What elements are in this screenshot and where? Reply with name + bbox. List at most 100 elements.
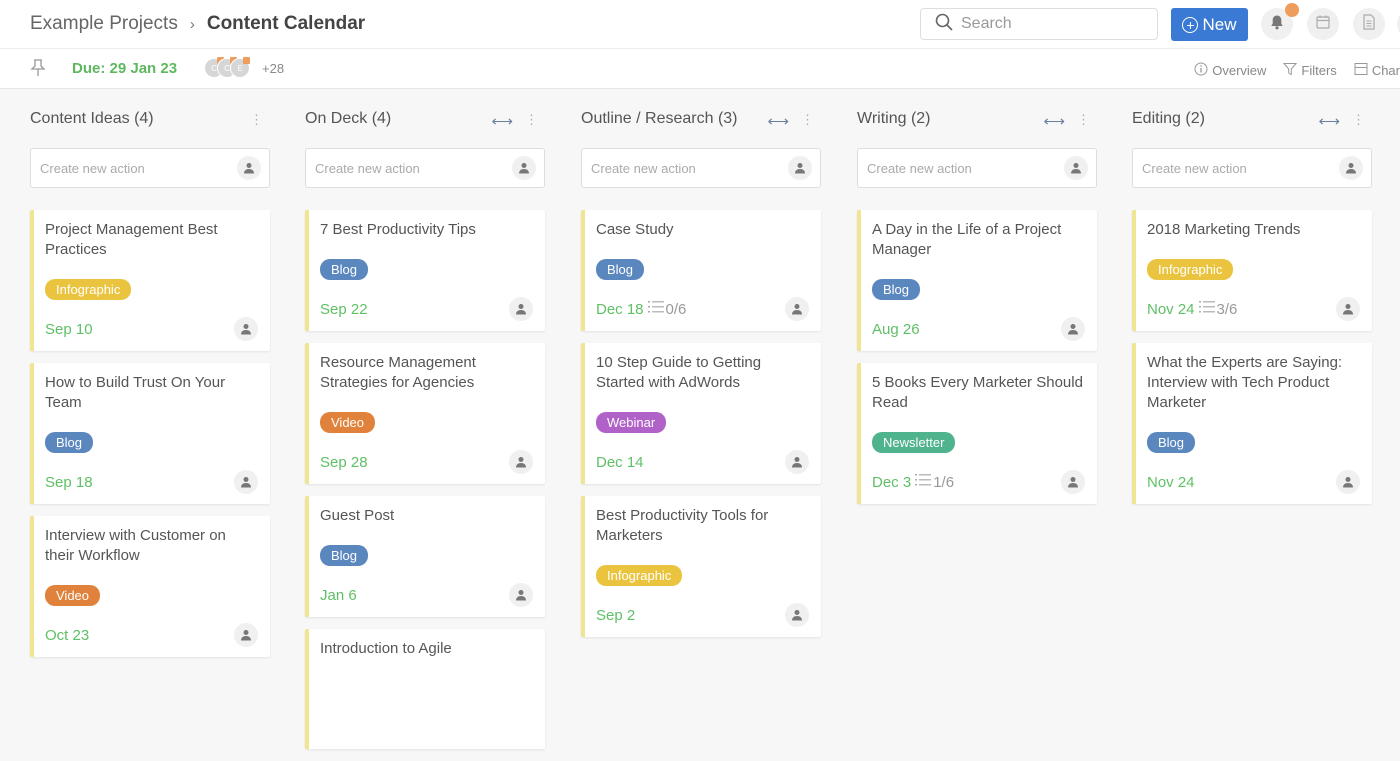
assign-user-icon[interactable]	[1339, 156, 1363, 180]
board-column: Editing (2) ⟷ ⋮ 2018 Marketing Trends Infogr…	[1132, 90, 1372, 516]
create-action-field[interactable]	[581, 148, 821, 188]
task-card[interactable]: A Day in the Life of a Project Manager Bl…	[857, 210, 1097, 351]
task-card[interactable]: 10 Step Guide to Getting Started with Ad…	[581, 343, 821, 484]
more-members-count[interactable]: +28	[262, 61, 284, 76]
card-assignee-icon[interactable]	[1336, 297, 1360, 321]
column-menu-icon[interactable]: ⋮	[525, 112, 538, 128]
tag-badge: Newsletter	[872, 432, 956, 453]
tag-badge: Blog	[872, 279, 921, 300]
card-title: 7 Best Productivity Tips	[320, 221, 476, 238]
expand-column-icon[interactable]: ⟷	[1043, 112, 1065, 130]
new-button[interactable]: + New	[1171, 8, 1248, 41]
card-assignee-icon[interactable]	[509, 297, 533, 321]
tag-badge: Video	[45, 585, 101, 606]
avatar-initial: E	[237, 63, 243, 73]
task-card[interactable]: Best Productivity Tools for Marketers Inf…	[581, 496, 821, 637]
card-list: A Day in the Life of a Project Manager Bl…	[857, 210, 1097, 504]
card-assignee-icon[interactable]	[234, 623, 258, 647]
tag-badge: Blog	[45, 432, 94, 453]
chart-link[interactable]: Char	[1354, 62, 1400, 79]
tag-badge: Blog	[320, 545, 369, 566]
overview-link[interactable]: Overview	[1194, 62, 1266, 79]
due-date: Sep 18	[45, 473, 93, 491]
due-date: Dec 14	[596, 453, 644, 471]
card-title: 5 Books Every Marketer Should Read	[872, 374, 1083, 411]
assign-user-icon[interactable]	[512, 156, 536, 180]
info-icon	[1194, 62, 1208, 79]
column-menu-icon[interactable]: ⋮	[1352, 112, 1365, 128]
column-menu-icon[interactable]: ⋮	[1077, 112, 1090, 128]
create-action-field[interactable]	[857, 148, 1097, 188]
column-header: Writing (2) ⟷ ⋮	[857, 90, 1097, 148]
checklist-progress: 1/6	[915, 473, 954, 491]
card-assignee-icon[interactable]	[234, 470, 258, 494]
create-action-input[interactable]	[591, 160, 771, 176]
card-assignee-icon[interactable]	[1336, 470, 1360, 494]
expand-column-icon[interactable]: ⟷	[767, 112, 789, 130]
search-input[interactable]	[961, 15, 1131, 33]
card-assignee-icon[interactable]	[785, 603, 809, 627]
tag-badge: Infographic	[45, 279, 132, 300]
create-action-input[interactable]	[1142, 160, 1322, 176]
card-assignee-icon[interactable]	[509, 450, 533, 474]
create-action-input[interactable]	[867, 160, 1047, 176]
task-card[interactable]: How to Build Trust On Your Team Blog Sep 1…	[30, 363, 270, 504]
task-card[interactable]: Introduction to Agile	[305, 629, 545, 749]
due-date[interactable]: Due: 29 Jan 23	[72, 60, 177, 77]
tag-badge: Blog	[1147, 432, 1196, 453]
expand-column-icon[interactable]: ⟷	[1318, 112, 1340, 130]
page-title: Content Calendar	[206, 13, 366, 34]
create-action-field[interactable]	[1132, 148, 1372, 188]
card-title: Project Management Best Practices	[45, 221, 218, 258]
task-card[interactable]: 2018 Marketing Trends Infographic Nov 24 3/…	[1132, 210, 1372, 331]
create-action-field[interactable]	[30, 148, 270, 188]
task-card[interactable]: Guest Post Blog Jan 6	[305, 496, 545, 617]
task-card[interactable]: Resource Management Strategies for Agenc…	[305, 343, 545, 484]
card-assignee-icon[interactable]	[509, 583, 533, 607]
assign-user-icon[interactable]	[1064, 156, 1088, 180]
member-avatars[interactable]: C C E	[204, 57, 250, 78]
breadcrumb-parent-link[interactable]: Example Projects	[30, 13, 178, 35]
card-title: Guest Post	[320, 507, 395, 524]
expand-column-icon[interactable]: ⟷	[491, 112, 513, 130]
card-footer: Nov 24	[1147, 472, 1360, 492]
card-footer: Dec 14	[596, 452, 809, 472]
card-footer: Sep 10	[45, 319, 258, 339]
due-date: Jan 6	[320, 586, 357, 604]
due-date: Sep 2	[596, 606, 636, 624]
checklist-icon	[647, 300, 664, 318]
filters-link[interactable]: Filters	[1283, 62, 1337, 79]
calendar-button[interactable]	[1307, 8, 1339, 40]
task-card[interactable]: 5 Books Every Marketer Should Read Newsle…	[857, 363, 1097, 504]
task-card[interactable]: Project Management Best Practices Infogra…	[30, 210, 270, 351]
pin-icon[interactable]	[30, 58, 46, 83]
due-date: Dec 18	[596, 300, 644, 318]
task-card[interactable]: Case Study Blog Dec 18 0/6	[581, 210, 821, 331]
create-action-field[interactable]	[305, 148, 545, 188]
task-card[interactable]: What the Experts are Saying: Interview w…	[1132, 343, 1372, 504]
task-card[interactable]: Interview with Customer on their Workflo…	[30, 516, 270, 657]
due-date: Sep 10	[45, 320, 93, 338]
plus-circle-icon: +	[1182, 16, 1199, 33]
due-date: Sep 28	[320, 453, 368, 471]
card-assignee-icon[interactable]	[1061, 317, 1085, 341]
card-assignee-icon[interactable]	[234, 317, 258, 341]
top-bar: Example Projects › Content Calendar + Ne…	[0, 0, 1400, 49]
column-menu-icon[interactable]: ⋮	[250, 112, 263, 128]
card-assignee-icon[interactable]	[785, 450, 809, 474]
card-assignee-icon[interactable]	[785, 297, 809, 321]
card-title: Resource Management Strategies for Agenc…	[320, 354, 476, 391]
due-date: Nov 24	[1147, 300, 1195, 318]
document-button[interactable]	[1353, 8, 1385, 40]
search-box[interactable]	[920, 8, 1158, 40]
card-title: How to Build Trust On Your Team	[45, 374, 226, 411]
board-column: Content Ideas (4) ⋮ Project Management Bes…	[30, 90, 270, 669]
assign-user-icon[interactable]	[237, 156, 261, 180]
assign-user-icon[interactable]	[788, 156, 812, 180]
create-action-input[interactable]	[315, 160, 495, 176]
column-header: On Deck (4) ⟷ ⋮	[305, 90, 545, 148]
task-card[interactable]: 7 Best Productivity Tips Blog Sep 22	[305, 210, 545, 331]
column-menu-icon[interactable]: ⋮	[801, 112, 814, 128]
card-assignee-icon[interactable]	[1061, 470, 1085, 494]
create-action-input[interactable]	[40, 160, 220, 176]
